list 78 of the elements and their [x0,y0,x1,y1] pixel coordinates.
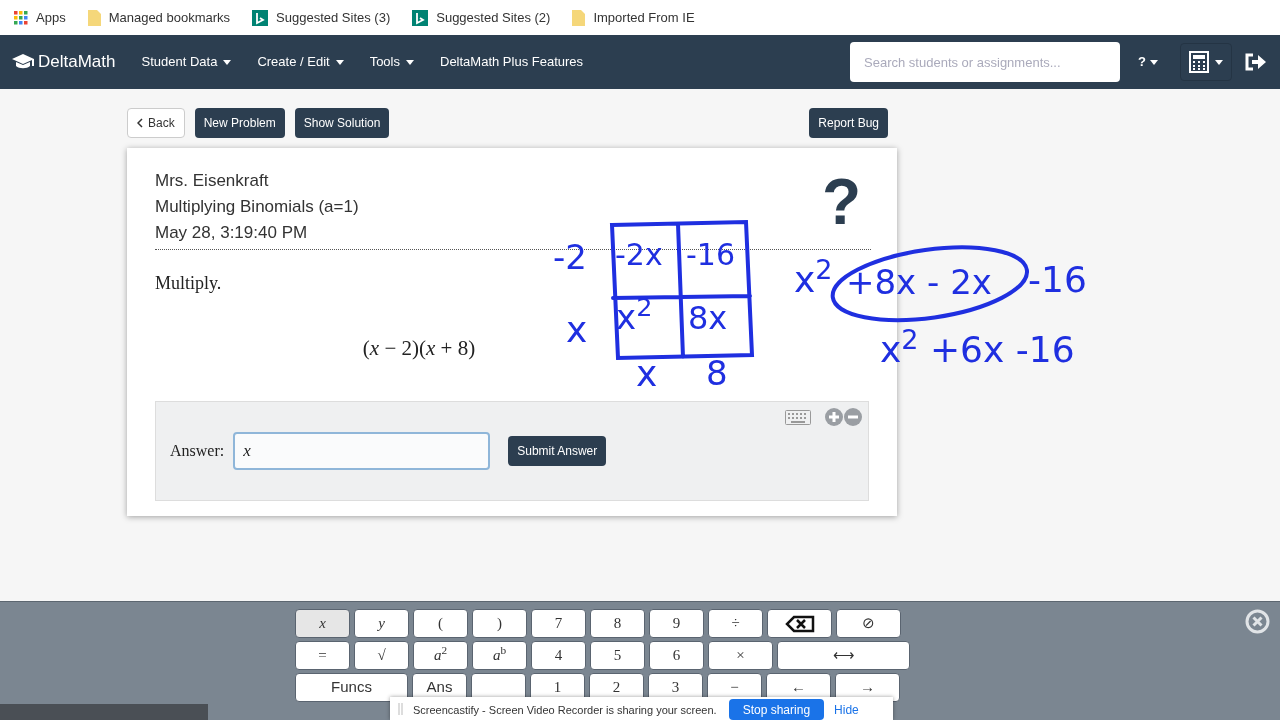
help-menu[interactable]: ? [1138,52,1158,72]
keypad-key[interactable]: ⊘ [836,609,901,638]
keypad-key[interactable]: 8 [590,609,645,638]
stop-sharing-button[interactable]: Stop sharing [728,699,825,720]
toolbar-button[interactable]: New Problem [194,108,285,138]
toolbar-button[interactable]: Show Solution [294,108,390,138]
folder-icon [87,9,101,26]
nav-menu[interactable]: Create / Edit [257,52,344,72]
bookmark-link[interactable]: Suggested Sites (2) [436,7,551,28]
keypad-key[interactable]: ) [472,609,527,638]
drag-handle-icon[interactable] [398,703,403,715]
keypad-key[interactable]: a$^{b}$ [472,641,527,670]
keypad-key[interactable]: a$^{2}$ [413,641,468,670]
bing-icon [252,9,269,26]
report-bug-button[interactable]: Report Bug [809,108,888,138]
caret-icon [1215,59,1223,65]
keypad-key[interactable]: 5 [590,641,645,670]
close-icon[interactable] [1245,609,1270,634]
apps-grid-icon [14,10,28,25]
bookmark-link[interactable]: Suggested Sites (3) [276,7,391,28]
answer-field[interactable]: x [233,432,491,470]
keypad-key[interactable]: 9 [649,609,704,638]
back-button[interactable]: Back [127,108,185,138]
handwritten-note: x [566,312,588,348]
keypad-key[interactable]: 7 [531,609,586,638]
handwritten-note: 8 [706,356,728,390]
handwritten-note: x [636,356,658,392]
timestamp: May 28, 3:19:40 PM [155,222,309,243]
handwritten-note: -16 [686,240,735,270]
bookmark-link[interactable]: Managed bookmarks [108,7,231,28]
keypad-key[interactable] [767,609,832,638]
handwritten-note: -2x [615,240,663,270]
graduation-cap-icon [12,53,34,71]
bookmark-link[interactable]: Apps [36,7,66,28]
keypad-key[interactable]: y [354,609,409,638]
calculator-icon [1189,51,1209,73]
handwritten-note: +8x - 2x [846,265,992,299]
bookmark-link[interactable]: Imported From IE [593,7,695,28]
keypad-key[interactable]: 4 [531,641,586,670]
keypad-key[interactable]: ⟷ [777,641,910,670]
folder-icon [572,9,586,26]
skill-title: Multiplying Binomials (a=1) [155,196,359,217]
keypad-key[interactable]: √ [354,641,409,670]
chevron-left-icon [137,118,143,128]
caret-icon [335,59,344,65]
keypad-key[interactable]: x [295,609,350,638]
keypad-key[interactable]: ÷ [708,609,763,638]
nav-menu[interactable]: Tools [369,52,414,72]
bing-icon [412,9,429,26]
math-expression: (x − 2)(x + 8) [362,335,476,362]
calculator-button[interactable] [1180,43,1232,81]
keypad-key[interactable]: = [295,641,350,670]
keyboard-icon[interactable] [785,409,811,425]
keypad-key[interactable]: ( [413,609,468,638]
zoom-in-icon[interactable] [825,408,843,426]
brand-logo[interactable]: DeltaMath [38,49,116,75]
keypad-key[interactable]: Funcs [295,673,408,702]
nav-menu[interactable]: DeltaMath Plus Features [440,52,584,72]
search-field[interactable]: Search students or assignments... [850,42,1121,82]
nav-menu[interactable]: Student Data [141,52,232,72]
help-mark[interactable]: ? [821,170,861,243]
zoom-out-icon[interactable] [844,408,862,426]
teacher-name: Mrs. Eisenkraft [155,170,270,191]
caret-icon [223,59,232,65]
keypad-key[interactable]: × [708,641,773,670]
submit-answer-button[interactable]: Submit Answer [508,436,607,466]
sharing-message: Screencastify - Screen Video Recorder is sharing your screen. [413,703,717,717]
logout-icon[interactable] [1244,52,1266,72]
instruction-text: Multiply. [155,272,222,295]
caret-icon [406,59,414,65]
handwritten-note: -2 [553,240,587,274]
caret-icon [1150,59,1158,65]
handwritten-note: -16 [1028,262,1087,298]
keypad-key[interactable]: 6 [649,641,704,670]
backspace-icon [784,614,815,633]
handwritten-note: 8x [688,302,728,334]
answer-label: Answer: [170,441,225,461]
hide-link[interactable]: Hide [834,703,859,717]
